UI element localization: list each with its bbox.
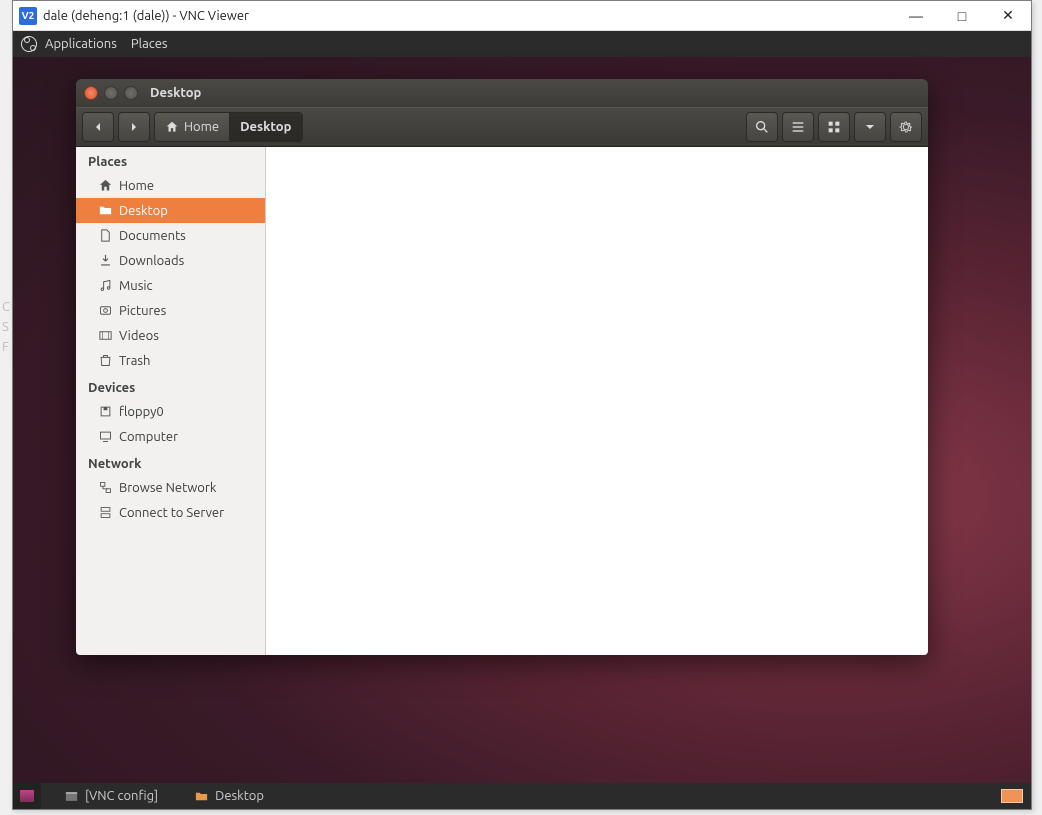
folder-icon [98, 203, 113, 218]
home-icon [165, 120, 179, 134]
file-manager-window: Desktop Home Desktop [76, 79, 928, 655]
sidebar-header-network: Network [76, 449, 265, 475]
window-title: Desktop [150, 86, 201, 100]
sidebar-item-trash[interactable]: Trash [76, 348, 265, 373]
minimize-button[interactable]: — [893, 1, 939, 31]
vnc-titlebar[interactable]: V2 dale (deheng:1 (dale)) - VNC Viewer —… [13, 1, 1031, 31]
sidebar-item-label: Connect to Server [119, 506, 224, 520]
computer-icon [98, 429, 113, 444]
window-close-button[interactable] [84, 86, 98, 100]
pictures-icon [98, 303, 113, 318]
ubuntu-logo-icon[interactable] [21, 36, 37, 52]
chevron-down-icon [862, 119, 878, 135]
window-minimize-button[interactable] [104, 86, 118, 100]
search-icon [754, 119, 770, 135]
taskbar-item-label: [VNC config] [85, 789, 158, 803]
show-desktop-button[interactable] [13, 783, 41, 809]
menu-applications[interactable]: Applications [45, 37, 117, 51]
sidebar-item-label: Downloads [119, 254, 184, 268]
file-manager-toolbar: Home Desktop [76, 107, 928, 147]
floppy-icon [98, 404, 113, 419]
breadcrumb-desktop-label: Desktop [240, 120, 291, 134]
close-button[interactable]: ✕ [985, 1, 1031, 31]
folder-content-area[interactable] [266, 147, 928, 655]
search-button[interactable] [746, 112, 778, 142]
sidebar-item-documents[interactable]: Documents [76, 223, 265, 248]
workspace-indicator[interactable] [1001, 789, 1023, 803]
sidebar-item-videos[interactable]: Videos [76, 323, 265, 348]
home-icon [98, 178, 113, 193]
sidebar-item-home[interactable]: Home [76, 173, 265, 198]
sidebar-item-computer[interactable]: Computer [76, 424, 265, 449]
download-icon [98, 253, 113, 268]
sidebar-item-label: Home [119, 179, 154, 193]
sidebar-item-label: floppy0 [119, 405, 164, 419]
gnome-top-bar: Applications Places [13, 31, 1031, 57]
sidebar-item-label: Computer [119, 430, 178, 444]
taskbar-item-label: Desktop [215, 789, 264, 803]
document-icon [98, 228, 113, 243]
sidebar-item-browse-network[interactable]: Browse Network [76, 475, 265, 500]
menu-places[interactable]: Places [131, 37, 168, 51]
list-icon [790, 119, 806, 135]
sidebar-item-label: Pictures [119, 304, 166, 318]
music-icon [98, 278, 113, 293]
maximize-button[interactable]: □ [939, 1, 985, 31]
back-button[interactable] [82, 112, 114, 142]
vnc-title: dale (deheng:1 (dale)) - VNC Viewer [43, 9, 893, 23]
sidebar-item-music[interactable]: Music [76, 273, 265, 298]
list-view-button[interactable] [782, 112, 814, 142]
icon-view-button[interactable] [818, 112, 850, 142]
trash-icon [98, 353, 113, 368]
sidebar: Places Home Desktop Documents [76, 147, 266, 655]
bg-hint: C [2, 300, 10, 314]
breadcrumb-home[interactable]: Home [155, 113, 230, 141]
sidebar-item-pictures[interactable]: Pictures [76, 298, 265, 323]
folder-icon [194, 789, 209, 804]
breadcrumb-desktop[interactable]: Desktop [230, 113, 302, 141]
sidebar-item-label: Browse Network [119, 481, 216, 495]
sidebar-header-devices: Devices [76, 373, 265, 399]
window-maximize-button[interactable] [124, 86, 138, 100]
remote-desktop: Applications Places Desktop [13, 31, 1031, 809]
chevron-right-icon [126, 119, 142, 135]
sidebar-header-places: Places [76, 147, 265, 173]
bg-hint: S [2, 320, 9, 334]
sidebar-item-desktop[interactable]: Desktop [76, 198, 265, 223]
sidebar-item-label: Music [119, 279, 153, 293]
sidebar-item-label: Desktop [119, 204, 168, 218]
sidebar-item-downloads[interactable]: Downloads [76, 248, 265, 273]
task-tray [1001, 789, 1031, 803]
videos-icon [98, 328, 113, 343]
file-manager-titlebar[interactable]: Desktop [76, 79, 928, 107]
sidebar-item-label: Videos [119, 329, 159, 343]
bg-hint: F [2, 340, 9, 354]
grid-icon [826, 119, 842, 135]
forward-button[interactable] [118, 112, 150, 142]
view-dropdown-button[interactable] [854, 112, 886, 142]
network-icon [98, 480, 113, 495]
taskbar-item-desktop[interactable]: Desktop [181, 783, 277, 809]
breadcrumb: Home Desktop [154, 112, 303, 142]
settings-button[interactable] [890, 112, 922, 142]
window-icon [64, 789, 79, 804]
vnc-window: V2 dale (deheng:1 (dale)) - VNC Viewer —… [12, 0, 1032, 810]
chevron-left-icon [90, 119, 106, 135]
sidebar-item-label: Documents [119, 229, 186, 243]
sidebar-item-label: Trash [119, 354, 150, 368]
breadcrumb-home-label: Home [184, 120, 219, 134]
server-icon [98, 505, 113, 520]
vnc-icon: V2 [19, 7, 37, 25]
sidebar-item-connect-server[interactable]: Connect to Server [76, 500, 265, 525]
taskbar-item-vnc-config[interactable]: [VNC config] [51, 783, 171, 809]
sidebar-item-floppy0[interactable]: floppy0 [76, 399, 265, 424]
gear-icon [898, 119, 914, 135]
taskbar: [VNC config] Desktop [13, 783, 1031, 809]
